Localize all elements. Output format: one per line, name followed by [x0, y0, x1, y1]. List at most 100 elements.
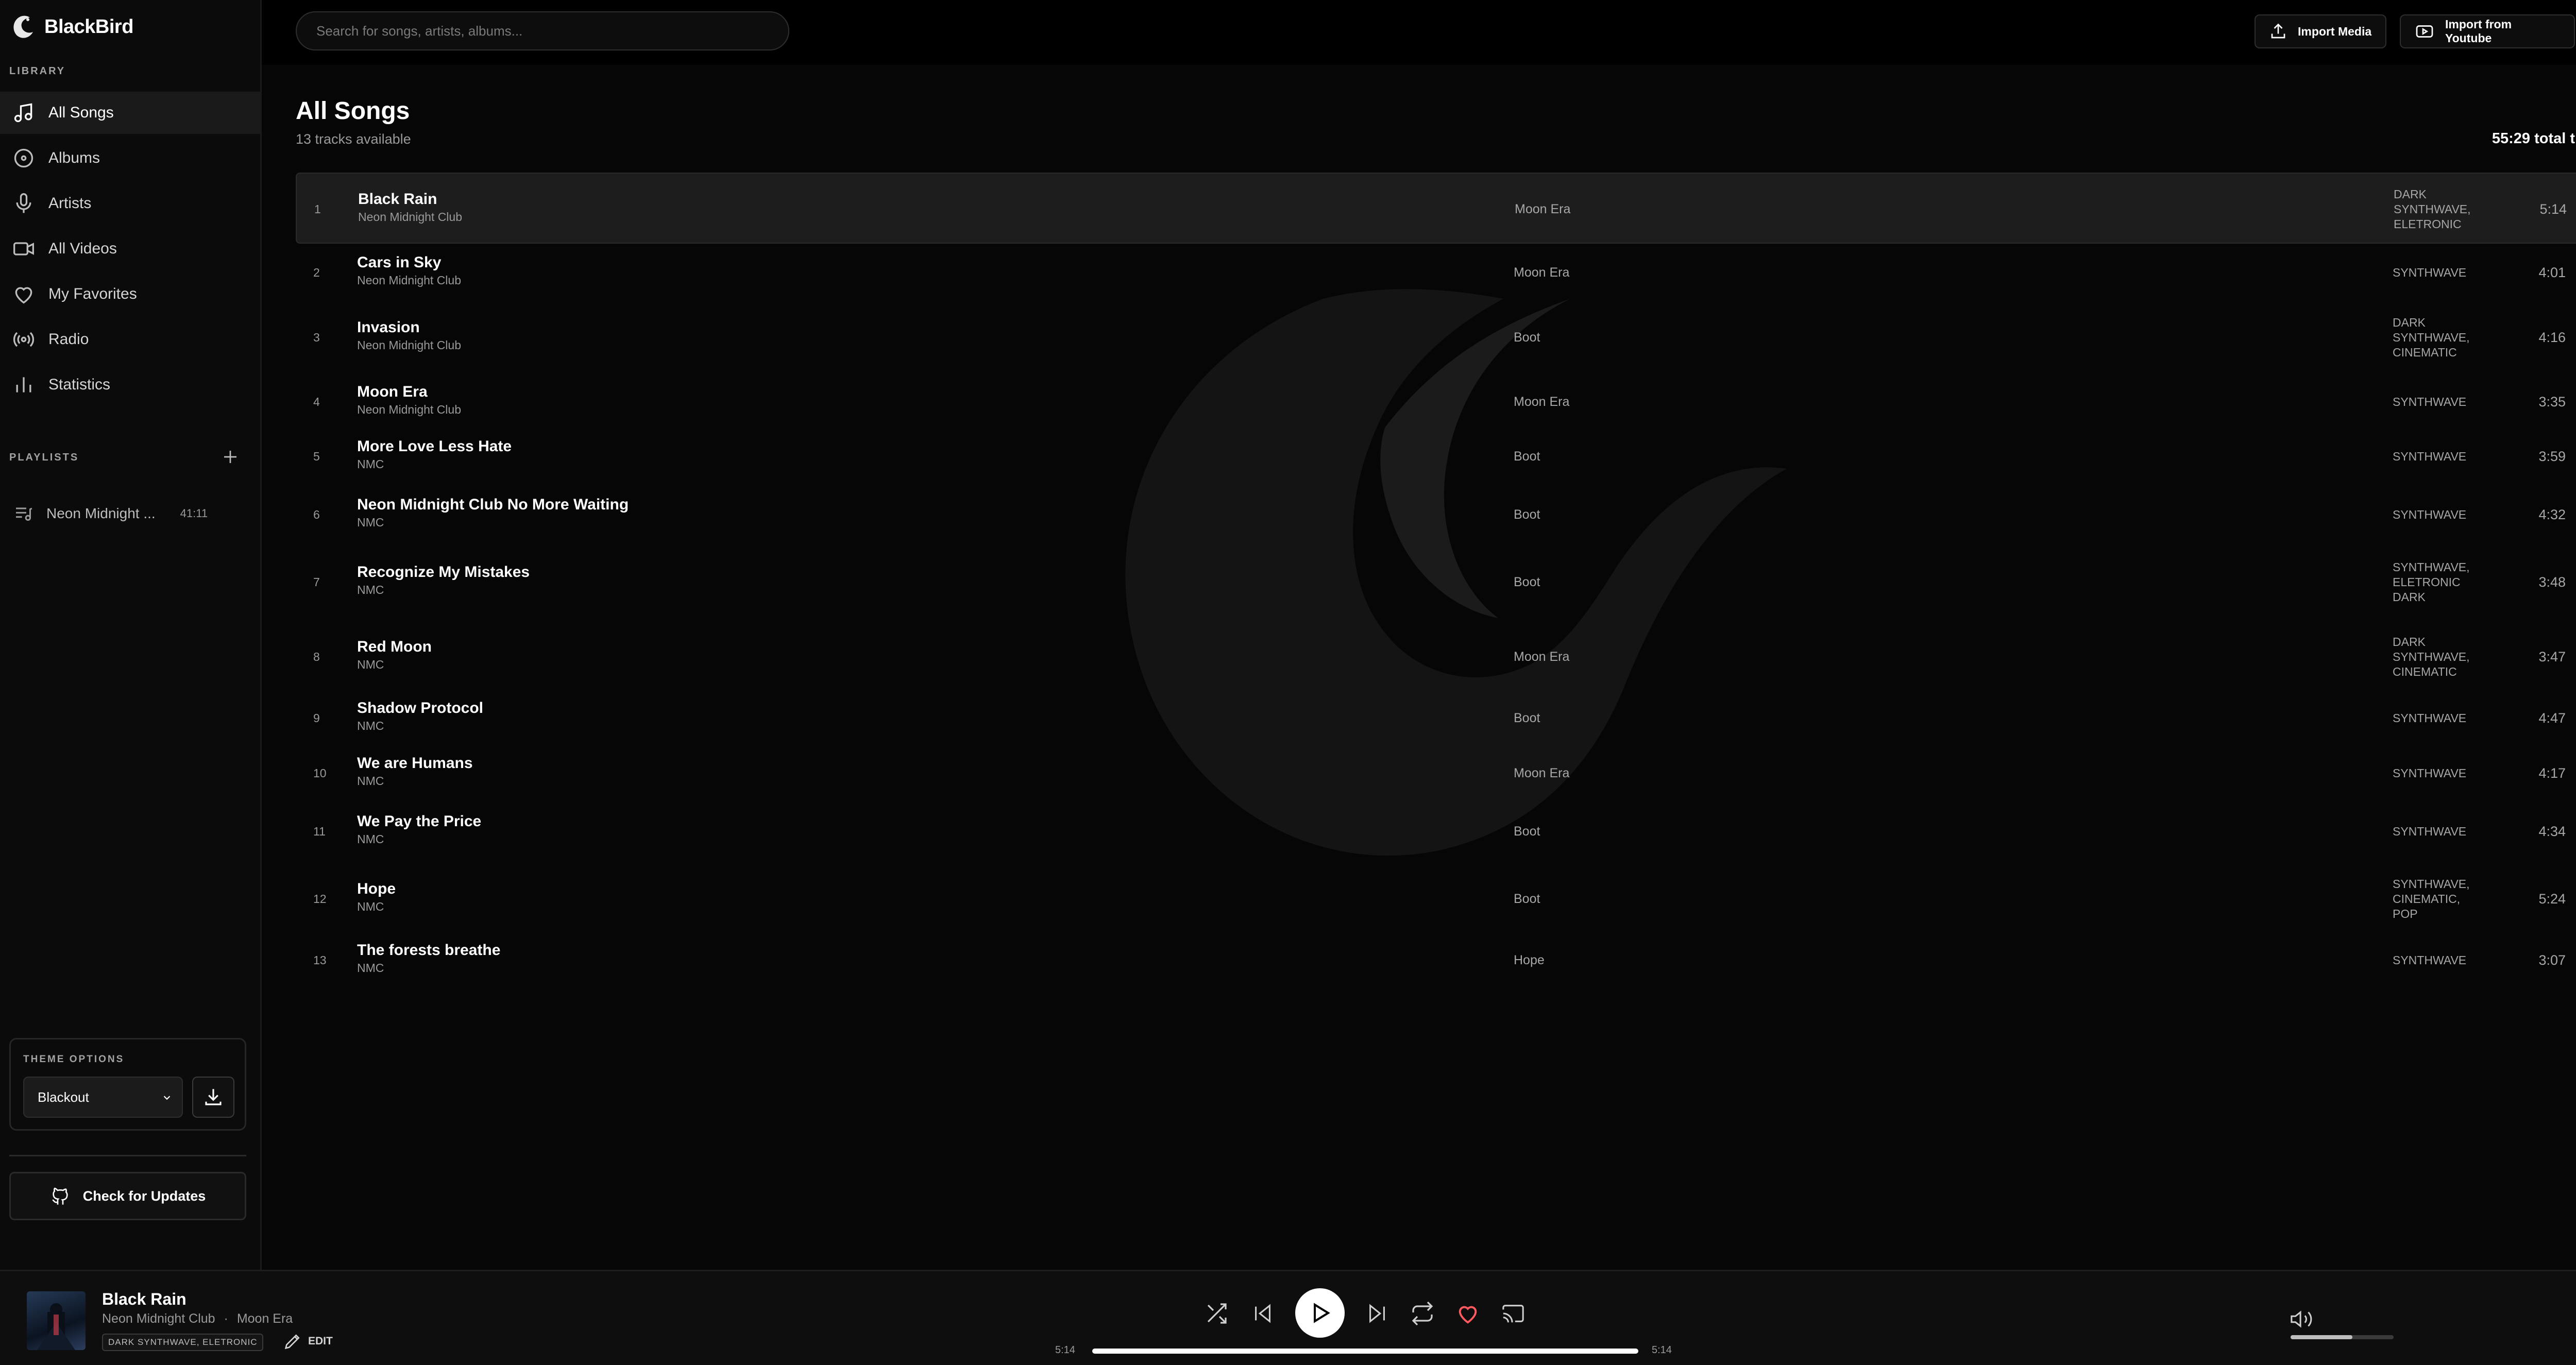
track-number: 9 — [313, 711, 320, 725]
track-title[interactable]: Moon Era — [357, 383, 428, 401]
progress-bar[interactable] — [1092, 1349, 1638, 1354]
disc-icon — [12, 147, 35, 169]
theme-download-button[interactable] — [192, 1077, 234, 1118]
track-title[interactable]: More Love Less Hate — [357, 438, 512, 455]
track-artist[interactable]: NMC — [357, 961, 384, 975]
sidebar-item-my-favorites[interactable]: My Favorites — [0, 273, 260, 315]
track-row[interactable]: 7 Recognize My Mistakes NMC Boot SYNTHWA… — [296, 550, 2576, 614]
track-row[interactable]: 11 We Pay the Price NMC Boot SYNTHWAVE 4… — [296, 803, 2576, 860]
playlist-item[interactable]: Neon Midnight ... 41:11 — [0, 496, 260, 532]
track-artist[interactable]: NMC — [357, 774, 384, 788]
track-artist[interactable]: NMC — [357, 719, 384, 733]
now-playing-edit-button[interactable]: EDIT — [282, 1331, 333, 1352]
track-artist[interactable]: NMC — [357, 457, 384, 471]
track-artist[interactable]: Neon Midnight Club — [357, 338, 461, 352]
track-album[interactable]: Boot — [1514, 330, 1540, 345]
cast-button[interactable] — [1499, 1300, 1527, 1327]
sidebar-item-radio[interactable]: Radio — [0, 318, 260, 361]
check-updates-button[interactable]: Check for Updates — [9, 1172, 246, 1220]
volume-icon — [2290, 1307, 2313, 1331]
track-row[interactable]: 9 Shadow Protocol NMC Boot SYNTHWAVE 4:4… — [296, 686, 2576, 750]
track-artist[interactable]: NMC — [357, 516, 384, 530]
cast-icon — [1501, 1302, 1525, 1325]
volume-button[interactable] — [2290, 1307, 2313, 1331]
track-row[interactable]: 13 The forests breathe NMC Hope SYNTHWAV… — [296, 931, 2576, 989]
now-playing-artist[interactable]: Neon Midnight Club — [102, 1311, 215, 1326]
track-row[interactable]: 5 More Love Less Hate NMC Boot SYNTHWAVE… — [296, 428, 2576, 485]
now-playing-album[interactable]: Moon Era — [237, 1311, 293, 1326]
track-artist[interactable]: NMC — [357, 658, 384, 672]
track-album[interactable]: Boot — [1514, 892, 1540, 907]
track-title[interactable]: Red Moon — [357, 638, 432, 656]
download-icon — [202, 1086, 224, 1108]
sidebar-item-all-songs[interactable]: All Songs — [0, 92, 260, 134]
track-title[interactable]: The forests breathe — [357, 942, 500, 959]
genre-line: SYNTHWAVE — [2393, 824, 2467, 838]
track-row[interactable]: 4 Moon Era Neon Midnight Club Moon Era S… — [296, 370, 2576, 434]
sidebar-item-statistics[interactable]: Statistics — [0, 364, 260, 406]
search-input[interactable]: Search for songs, artists, albums... — [296, 11, 789, 50]
track-album[interactable]: Boot — [1514, 449, 1540, 464]
next-button[interactable] — [1363, 1300, 1391, 1327]
genre-line: SYNTHWAVE — [2393, 449, 2467, 463]
track-album[interactable]: Hope — [1514, 953, 1545, 968]
player-bar: Black Rain Neon Midnight Club · Moon Era… — [0, 1270, 2576, 1365]
track-artist[interactable]: NMC — [357, 583, 384, 597]
track-genre: SYNTHWAVE — [2393, 766, 2506, 781]
track-artist[interactable]: Neon Midnight Club — [357, 274, 461, 287]
genre-line: SYNTHWAVE — [2393, 711, 2467, 725]
top-bar: Search for songs, artists, albums... Imp… — [262, 0, 2576, 65]
track-artist[interactable]: Neon Midnight Club — [357, 403, 461, 417]
track-album[interactable]: Moon Era — [1514, 395, 1569, 410]
track-title[interactable]: We are Humans — [357, 755, 473, 772]
play-button[interactable] — [1295, 1288, 1345, 1338]
track-album[interactable]: Boot — [1514, 507, 1540, 522]
track-row[interactable]: 2 Cars in Sky Neon Midnight Club Moon Er… — [296, 241, 2576, 304]
track-title[interactable]: Cars in Sky — [357, 254, 441, 271]
sidebar-item-albums[interactable]: Albums — [0, 137, 260, 179]
track-row[interactable]: 3 Invasion Neon Midnight Club Boot DARK S… — [296, 305, 2576, 369]
track-album[interactable]: Moon Era — [1514, 650, 1569, 664]
track-title[interactable]: We Pay the Price — [357, 813, 481, 830]
track-album[interactable]: Boot — [1514, 575, 1540, 590]
track-row[interactable]: 8 Red Moon NMC Moon Era DARK SYNTHWAVE, CI… — [296, 621, 2576, 692]
genre-line: CINEMATIC — [2393, 664, 2457, 678]
track-title[interactable]: Black Rain — [358, 191, 437, 208]
sidebar-item-all-videos[interactable]: All Videos — [0, 228, 260, 270]
track-album[interactable]: Moon Era — [1514, 265, 1569, 280]
track-row[interactable]: 12 Hope NMC Boot SYNTHWAVE, CINEMATIC, POP… — [296, 867, 2576, 931]
track-row[interactable]: 1 Black Rain Neon Midnight Club Moon Era… — [296, 173, 2576, 244]
track-album[interactable]: Moon Era — [1515, 202, 1570, 217]
theme-select[interactable]: Blackout — [23, 1077, 183, 1118]
track-row[interactable]: 6 Neon Midnight Club No More Waiting NMC… — [296, 486, 2576, 543]
track-artist[interactable]: NMC — [357, 900, 384, 914]
pencil-icon — [282, 1331, 303, 1352]
track-duration: 4:47 — [2538, 710, 2566, 726]
main-content: Search for songs, artists, albums... Imp… — [262, 0, 2576, 1270]
import-youtube-button[interactable]: Import from Youtube — [2400, 14, 2575, 48]
track-number: 5 — [313, 450, 320, 463]
track-title[interactable]: Neon Midnight Club No More Waiting — [357, 496, 629, 514]
track-title[interactable]: Recognize My Mistakes — [357, 564, 530, 581]
sidebar-item-artists[interactable]: Artists — [0, 182, 260, 225]
volume-slider[interactable] — [2291, 1335, 2394, 1339]
microphone-icon — [12, 192, 35, 215]
previous-button[interactable] — [1249, 1300, 1277, 1327]
track-artist[interactable]: Neon Midnight Club — [358, 210, 462, 224]
track-album[interactable]: Boot — [1514, 711, 1540, 726]
sidebar: BlackBird LIBRARY All Songs Albums Artis… — [0, 0, 262, 1270]
track-title[interactable]: Hope — [357, 880, 396, 898]
track-row[interactable]: 10 We are Humans NMC Moon Era SYNTHWAVE … — [296, 744, 2576, 802]
track-title[interactable]: Shadow Protocol — [357, 699, 483, 717]
add-playlist-button[interactable] — [215, 444, 245, 470]
import-media-button[interactable]: Import Media — [2255, 14, 2386, 48]
track-artist[interactable]: NMC — [357, 832, 384, 846]
track-number: 4 — [313, 395, 320, 408]
album-cover[interactable] — [27, 1291, 86, 1350]
favorite-button[interactable] — [1454, 1300, 1482, 1327]
shuffle-button[interactable] — [1202, 1300, 1230, 1327]
track-album[interactable]: Moon Era — [1514, 766, 1569, 781]
track-title[interactable]: Invasion — [357, 319, 420, 336]
repeat-button[interactable] — [1409, 1300, 1436, 1327]
track-album[interactable]: Boot — [1514, 824, 1540, 839]
